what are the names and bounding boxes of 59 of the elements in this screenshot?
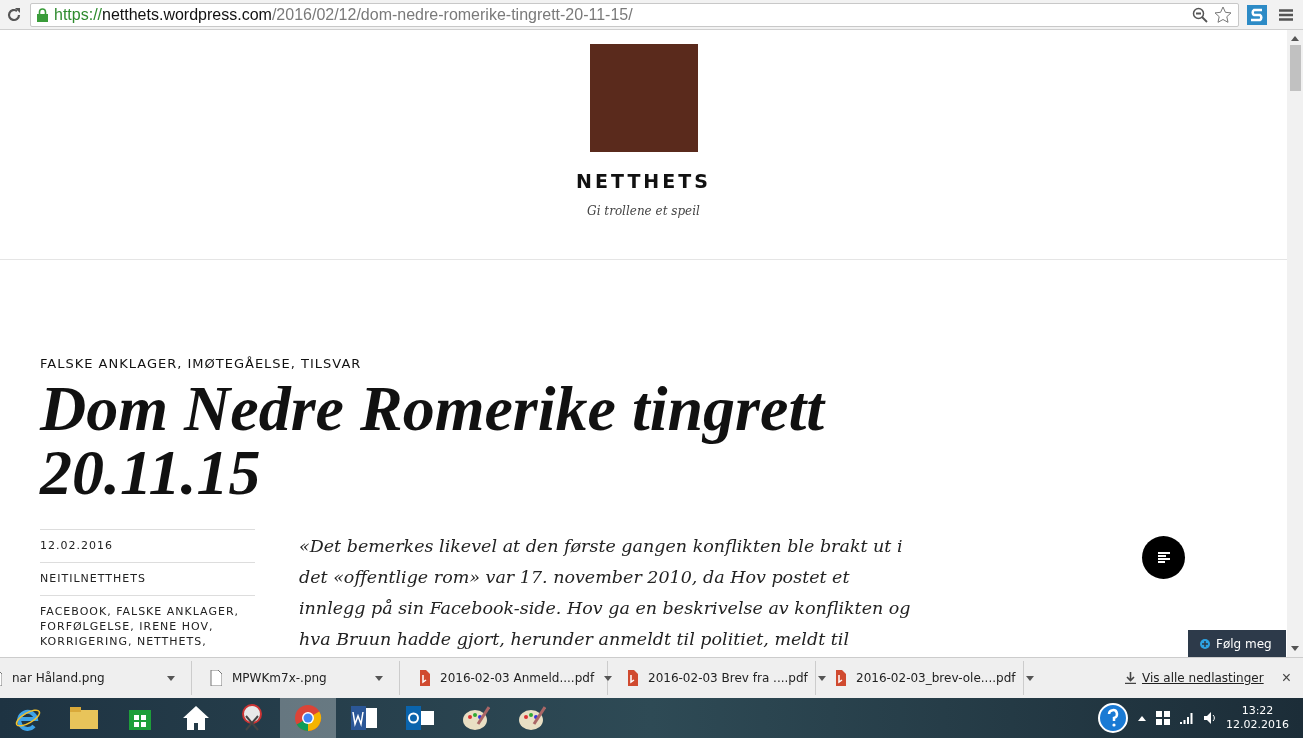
speaker-icon[interactable]: [1204, 712, 1216, 724]
download-file-name: 2016-02-03 Brev fra ....pdf: [648, 671, 808, 685]
clock-time: 13:22: [1241, 704, 1274, 718]
signal-icon[interactable]: [1180, 712, 1194, 724]
extension-s-icon[interactable]: [1247, 4, 1267, 25]
site-tagline: Gi trollene et speil: [587, 204, 700, 218]
windows-icon[interactable]: [1156, 711, 1170, 725]
taskbar-clock[interactable]: 13:22 12.02.2016: [1226, 704, 1289, 732]
scroll-up-icon[interactable]: [1291, 36, 1299, 41]
list-icon: [1157, 552, 1170, 563]
menu-fab-button[interactable]: [1142, 536, 1185, 579]
tray-arrow-icon[interactable]: [1138, 715, 1146, 721]
palette-icon: [518, 704, 546, 732]
site-title[interactable]: NETTHETS: [576, 170, 711, 192]
folder-icon: [69, 706, 99, 730]
pdf-file-icon: [626, 670, 638, 686]
follow-button[interactable]: Følg meg: [1188, 630, 1286, 657]
show-all-downloads-link[interactable]: Vis alle nedlastinger: [1124, 671, 1264, 685]
url-text: https://netthets.wordpress.com/2016/02/12/dom-nedre-romerike-tingrett-20-11-15/: [54, 5, 634, 24]
pdf-file-icon: [834, 670, 846, 686]
download-file-name: MPWKm7x-.png: [232, 671, 328, 685]
download-item[interactable]: 2016-02-03 Anmeld....pdf: [406, 661, 608, 695]
post-categories[interactable]: FALSKE ANKLAGER, IMØTEGÅELSE, TILSVAR: [40, 356, 1287, 371]
document-w-icon: [350, 705, 378, 731]
download-icon: [1124, 672, 1136, 684]
plus-circle-icon: [1200, 639, 1210, 649]
circle-logo-icon: [294, 704, 322, 732]
download-file-name: 2016-02-03_brev-ole....pdf: [856, 671, 1016, 685]
download-file-name: 2016-02-03 Anmeld....pdf: [440, 671, 595, 685]
star-icon[interactable]: [1214, 6, 1232, 23]
home-icon: [182, 705, 210, 731]
mail-o-icon: [405, 705, 435, 731]
caret-icon[interactable]: [167, 675, 175, 681]
post-date[interactable]: 12.02.2016: [40, 529, 255, 562]
scrollbar-thumb[interactable]: [1289, 45, 1301, 91]
download-item[interactable]: 2016-02-03 Brev fra ....pdf: [614, 661, 816, 695]
close-downloads-button[interactable]: ×: [1269, 669, 1303, 687]
post-title: Dom Nedre Romerike tingrett 20.11.15: [40, 377, 827, 505]
download-file-name: nar Håland.png: [12, 671, 106, 685]
address-bar[interactable]: https://netthets.wordpress.com/2016/02/12/dom-nedre-romerike-tingrett-20-11-15/: [30, 2, 1239, 27]
help-icon[interactable]: [1098, 703, 1128, 733]
file-icon: [210, 670, 222, 686]
caret-icon[interactable]: [604, 675, 613, 681]
post-excerpt: «Det bemerkes likevel at den første gangen konflikten ble brakt ut i det «offentlige rom» var 17. november 2010, da Hov postet et innlegg på sin Facebook-side. Hov ga en beskrivelse av konflikten og hva Bruun hadde gjort, herunder anmeldt til politiet, meldt til: [299, 535, 911, 651]
reload-icon[interactable]: [6, 6, 22, 23]
pdf-file-icon: [418, 670, 430, 686]
caret-icon[interactable]: [817, 675, 826, 681]
lock-icon: [37, 7, 48, 22]
post-author[interactable]: NEITILNETTHETS: [40, 562, 255, 595]
caret-icon[interactable]: [375, 675, 383, 681]
clock-date: 12.02.2016: [1226, 718, 1289, 732]
menu-icon[interactable]: [1279, 8, 1293, 21]
palette-icon: [462, 704, 490, 732]
download-item[interactable]: MPWKm7x-.png: [198, 661, 400, 695]
zoom-out-icon[interactable]: [1192, 6, 1208, 23]
scroll-down-icon[interactable]: [1291, 646, 1299, 651]
download-item[interactable]: 2016-02-03_brev-ole....pdf: [822, 661, 1024, 695]
download-item[interactable]: nar Håland.png: [0, 661, 192, 695]
caret-icon[interactable]: [1025, 675, 1034, 681]
